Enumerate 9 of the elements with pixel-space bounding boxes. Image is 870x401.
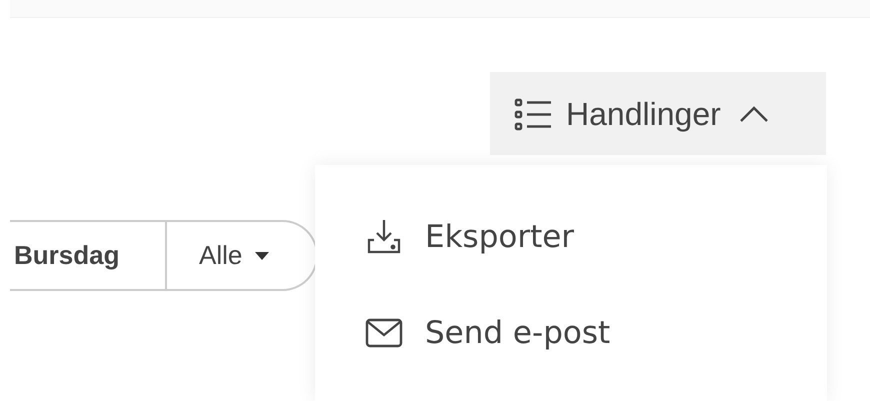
menu-item[interactable]: Send e-post: [315, 285, 827, 381]
caret-icon: [254, 250, 270, 260]
envelope-icon: [365, 318, 403, 348]
actions-button[interactable]: Handlinger: [490, 72, 826, 155]
list-icon: [514, 96, 552, 130]
download-tray-icon: [365, 218, 403, 256]
filter-dropdown[interactable]: Alle: [167, 236, 270, 275]
filter-label: Bursdag: [13, 239, 120, 272]
menu-item[interactable]: Eksporter: [315, 189, 827, 285]
